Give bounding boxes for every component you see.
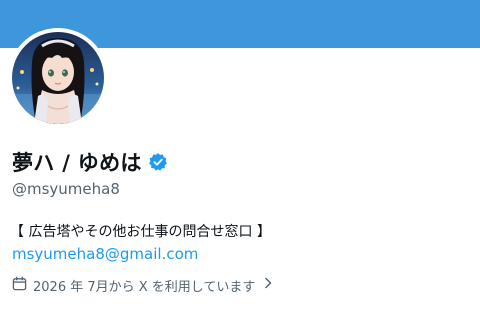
email-link[interactable]: msyumeha8@gmail.com (12, 245, 198, 263)
username-handle: @msyumeha8 (12, 180, 120, 198)
display-name: 夢ハ / ゆめは (12, 151, 142, 175)
profile-bio: 【 広告塔やその他お仕事の問合せ窓口 】 (10, 224, 271, 240)
avatar-image (12, 32, 104, 124)
joined-date-row[interactable]: 2026 年 7月から X を利用しています (12, 276, 273, 295)
calendar-icon (12, 276, 27, 295)
avatar[interactable] (8, 28, 108, 128)
verified-badge-icon[interactable] (148, 152, 168, 172)
chevron-right-icon[interactable] (263, 277, 273, 293)
display-name-row: 夢ハ / ゆめは (12, 147, 168, 177)
joined-date-text: 2026 年 7月から X を利用しています (33, 279, 256, 295)
